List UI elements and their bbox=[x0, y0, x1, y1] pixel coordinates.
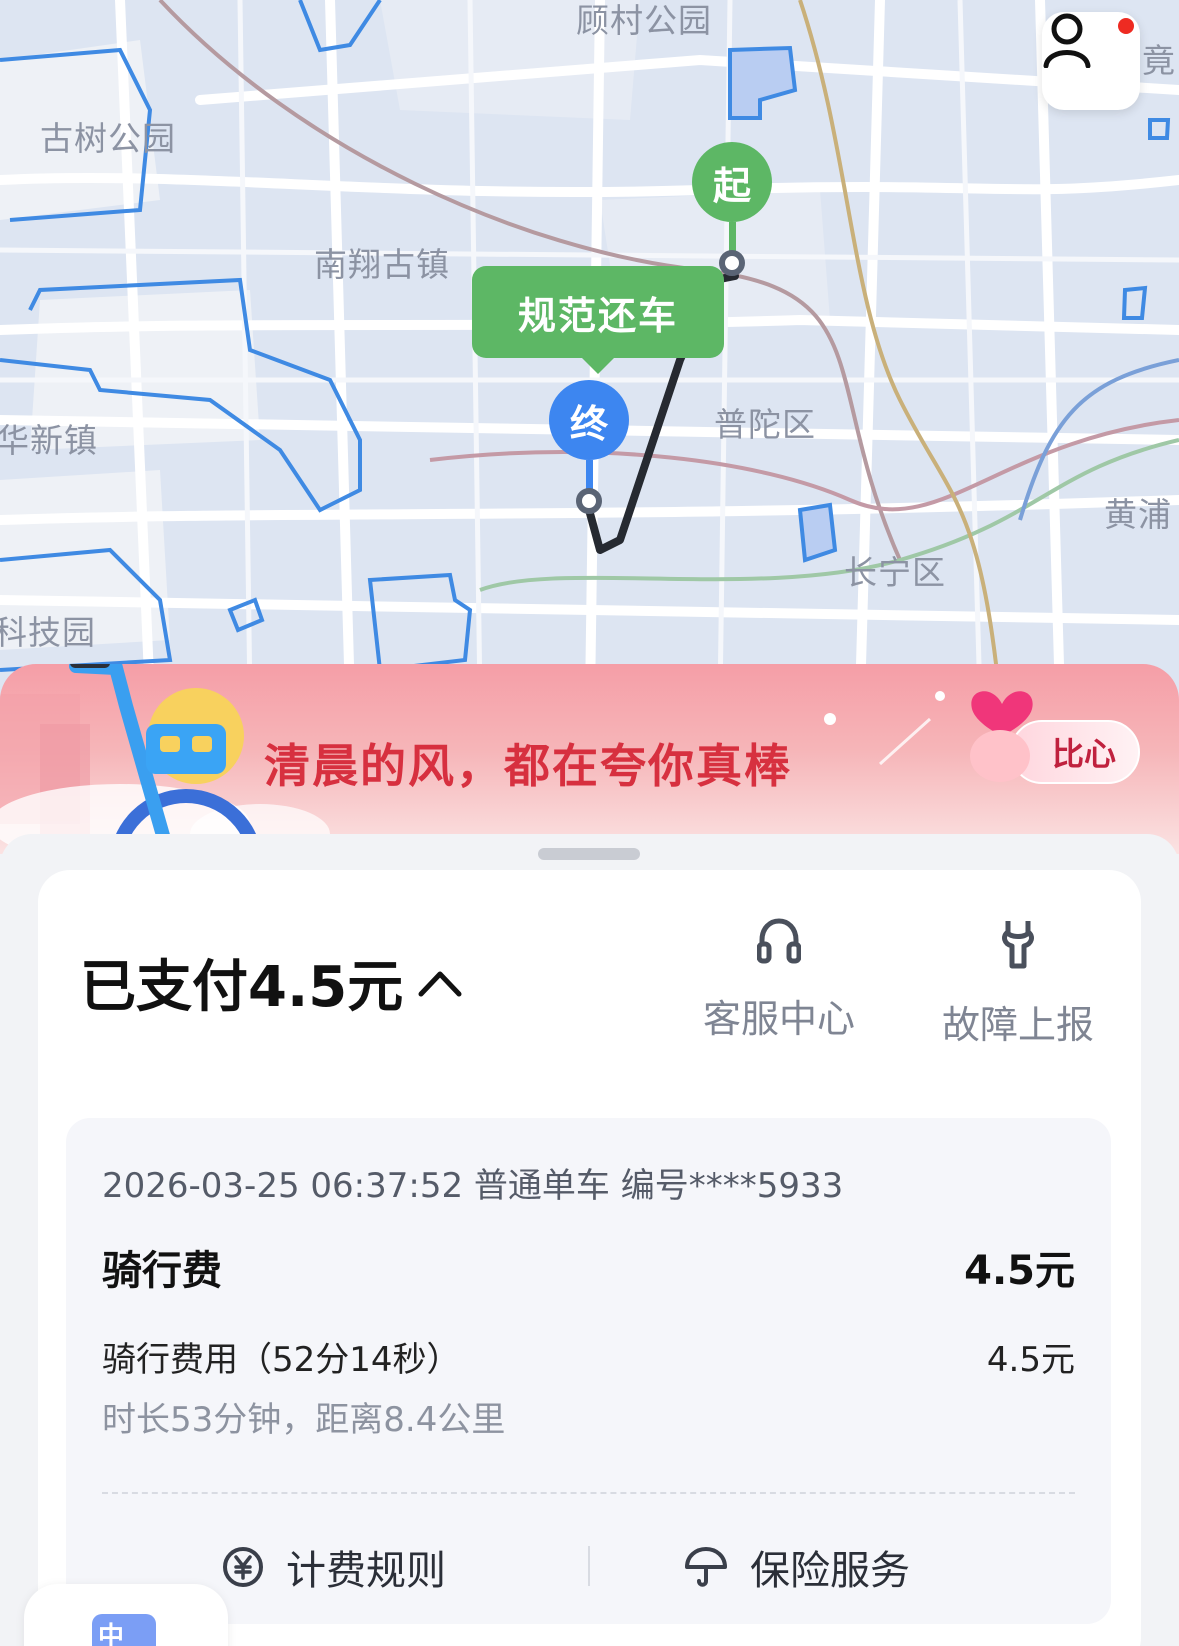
divider bbox=[102, 1492, 1075, 1494]
start-marker-label: 起 bbox=[692, 142, 772, 222]
floating-app-button[interactable]: 中 bbox=[24, 1584, 228, 1646]
headset-icon bbox=[757, 918, 801, 964]
notification-dot bbox=[1118, 18, 1134, 34]
umbrella-icon bbox=[685, 1547, 727, 1587]
customer-service-button[interactable]: 客服中心 bbox=[694, 918, 864, 1043]
fee-detail-panel: 2026-03-25 06:37:52 普通单车 编号****5933 骑行费 … bbox=[66, 1118, 1111, 1624]
map-label: 顾村公园 bbox=[576, 1, 712, 40]
sheet-drag-handle[interactable] bbox=[538, 848, 640, 860]
profile-button[interactable] bbox=[1042, 12, 1140, 110]
map-label: 南翔古镇 bbox=[314, 245, 450, 284]
map-label: 华新镇 bbox=[0, 421, 98, 460]
customer-service-label: 客服中心 bbox=[702, 997, 855, 1041]
app-icon: 中 bbox=[92, 1614, 156, 1646]
map-label: 长宁区 bbox=[844, 553, 946, 592]
fee-item-label: 骑行费用（52分14秒） bbox=[102, 1340, 461, 1380]
return-status-tag: 规范还车 bbox=[472, 266, 724, 374]
yuan-circle-icon bbox=[223, 1547, 263, 1587]
map-label: 竟 bbox=[1142, 41, 1176, 80]
link-separator bbox=[588, 1546, 590, 1586]
map-label: 黄浦 bbox=[1104, 495, 1172, 534]
map-label: 科技园 bbox=[0, 613, 96, 652]
fee-total-row: 骑行费 4.5元 bbox=[102, 1238, 1075, 1296]
wrench-icon bbox=[1002, 921, 1034, 969]
promo-banner[interactable]: 清晨的风，都在夸你真棒 比心 bbox=[0, 664, 1179, 854]
banner-slogan: 清晨的风，都在夸你真棒 bbox=[264, 739, 792, 793]
trip-duration-distance: 时长53分钟，距离8.4公里 bbox=[102, 1400, 506, 1440]
pricing-rules-link[interactable]: 计费规则 bbox=[222, 1538, 446, 1596]
map-label: 古树公园 bbox=[40, 119, 176, 158]
fee-item-value: 4.5元 bbox=[986, 1340, 1075, 1380]
fee-total-label: 骑行费 bbox=[102, 1248, 222, 1294]
fee-total-value: 4.5元 bbox=[964, 1248, 1075, 1294]
fault-report-button[interactable]: 故障上报 bbox=[933, 918, 1103, 1049]
insurance-service-label: 保险服务 bbox=[750, 1548, 910, 1594]
insurance-service-link[interactable]: 保险服务 bbox=[684, 1538, 910, 1596]
start-marker[interactable]: 起 bbox=[692, 142, 772, 276]
fee-item-row: 骑行费用（52分14秒） 4.5元 bbox=[102, 1332, 1075, 1381]
user-icon bbox=[1043, 13, 1091, 68]
end-marker[interactable]: 终 bbox=[549, 380, 629, 514]
paid-amount: 已支付4.5元 bbox=[80, 955, 404, 1020]
heart-gesture-label: 比心 bbox=[1051, 735, 1116, 773]
route-map[interactable]: 顾村公园 古树公园 南翔古镇 普陀区 华新镇 黄浦 长宁区 科技园 竟 起 终 … bbox=[0, 0, 1179, 700]
bike-icon bbox=[69, 664, 261, 846]
chevron-up-icon bbox=[418, 971, 462, 996]
payment-card: 已支付4.5元 客服中心 故障上报 2026-03-25 06:37:52 普通… bbox=[38, 870, 1141, 1646]
app-icon-label: 中 bbox=[98, 1622, 125, 1646]
fault-report-label: 故障上报 bbox=[941, 1003, 1094, 1047]
trip-meta: 2026-03-25 06:37:52 普通单车 编号****5933 bbox=[102, 1166, 844, 1206]
heart-hand-icon bbox=[970, 691, 1033, 782]
map-label: 普陀区 bbox=[714, 405, 816, 444]
pricing-rules-label: 计费规则 bbox=[286, 1548, 446, 1594]
order-sheet: 已支付4.5元 客服中心 故障上报 2026-03-25 06:37:52 普通… bbox=[0, 834, 1179, 1646]
end-marker-label: 终 bbox=[549, 380, 629, 460]
payment-summary-toggle[interactable]: 已支付4.5元 bbox=[80, 942, 463, 1023]
